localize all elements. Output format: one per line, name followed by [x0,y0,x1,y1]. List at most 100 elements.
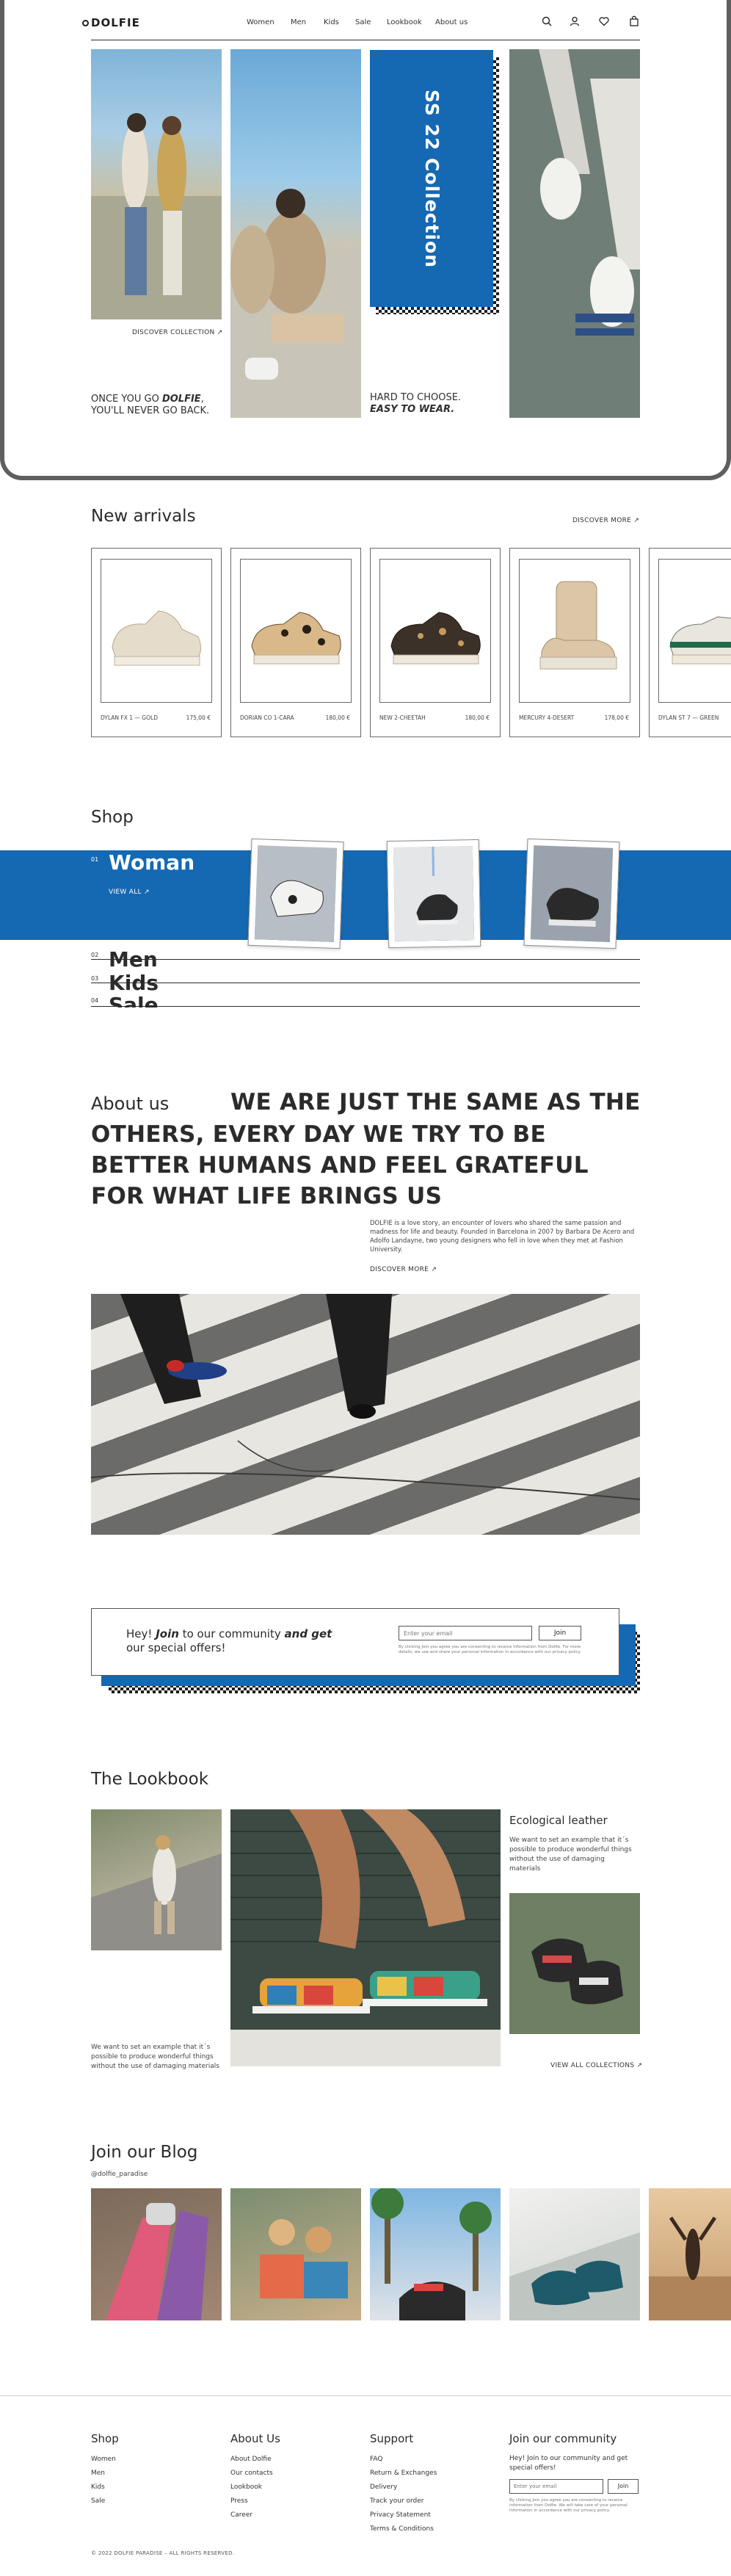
shop-row-number: 01 [91,856,99,863]
hero-photo-girls-street [91,49,222,319]
nav-kids[interactable]: Kids [324,18,339,26]
arrow-up-right-icon: ↗ [144,889,150,896]
footer-link[interactable]: Press [230,2494,280,2508]
about-heading: About us WE ARE JUST THE SAME AS THE OTHE… [91,1087,649,1212]
shop-row-woman[interactable]: Woman [109,850,194,875]
logo[interactable]: DOLFIE [82,16,140,29]
newsletter-email-input[interactable] [399,1626,532,1640]
product-name: NEW 2-CHEETAH [379,714,426,721]
footer-link[interactable]: Kids [91,2481,119,2494]
product-card[interactable]: DYLAN FX 1 — GOLD 175,00 € [91,548,222,737]
lookbook-side-title: Ecological leather [509,1814,608,1827]
shop-card-sneaker-hand[interactable] [247,838,344,949]
nav-women[interactable]: Women [247,18,274,26]
shop-row-number: 03 [91,975,99,982]
discover-collection-link[interactable]: DISCOVER COLLECTION ↗ [132,329,223,336]
footer-link[interactable]: Sale [91,2494,119,2508]
discover-more-link[interactable]: DISCOVER MORE ↗ [572,517,639,524]
footer-title: Join our community [509,2432,617,2445]
blog-photo-3[interactable] [370,2187,501,2320]
footer-link[interactable]: FAQ [370,2453,437,2467]
product-name: DYLAN FX 1 — GOLD [101,714,158,721]
footer-email-input[interactable] [509,2479,603,2494]
about-discover-link[interactable]: DISCOVER MORE ↗ [370,1266,437,1273]
blog-photo-2[interactable] [230,2188,361,2320]
footer-col-about: About Us About Dolfie Our contacts Lookb… [230,2432,280,2522]
lookbook-photo-sandals-grass [509,1893,640,2034]
newsletter-join-button[interactable]: Join [539,1626,581,1640]
footer-link[interactable]: Career [230,2508,280,2522]
product-image [379,559,491,703]
newsletter-text: Hey! Join to our community and get our s… [126,1627,332,1654]
lookbook-photo-sandals-steps [230,1809,501,2066]
footer-link[interactable]: Men [91,2467,119,2481]
nav-sale[interactable]: Sale [355,18,371,26]
arrow-up-right-icon: ↗ [217,329,223,336]
arrow-up-right-icon: ↗ [636,2062,643,2069]
arrow-up-right-icon: ↗ [431,1266,437,1273]
product-image [240,559,352,703]
nav-about[interactable]: About us [435,18,468,26]
about-label: About us [91,1093,170,1114]
lookbook-bottom-text: We want to set an example that it´s poss… [91,2044,219,2070]
shop-card-image [393,846,475,941]
blog-photo-5[interactable] [649,2188,731,2320]
shop-row-number: 02 [91,952,99,958]
product-card[interactable]: MERCURY 4-DESERT 178,00 € [509,548,640,737]
footer-col-shop: Shop Women Men Kids Sale [91,2432,119,2508]
shop-row-men[interactable]: Men [109,947,158,972]
new-arrivals-title: New arrivals [91,507,196,526]
search-icon[interactable] [541,15,553,27]
heart-icon[interactable] [598,15,610,27]
lookbook-title: The Lookbook [91,1770,209,1789]
user-icon[interactable] [569,15,581,27]
bag-icon[interactable] [628,15,640,27]
hero-caption-left: ONCE YOU GO DOLFIE, YOU'LL NEVER GO BACK… [91,394,210,416]
shop-row-number: 04 [91,997,99,1004]
footer-link[interactable]: Terms & Conditions [370,2522,437,2536]
blog-photo-4[interactable] [509,2188,640,2320]
shop-row-mask [0,1007,731,1037]
product-image [101,559,212,703]
blog-photo-1[interactable] [91,2188,222,2320]
footer-divider [0,2395,731,2396]
shop-title: Shop [91,808,134,827]
hero-photo-girls-sitting [230,49,361,418]
footer-legal: By clicking Join you agree you are conse… [509,2498,628,2513]
footer-link[interactable]: Track your order [370,2494,437,2508]
product-name: DORIAN CO 1-CARA [240,714,294,721]
product-image [519,559,630,703]
shop-row-kids[interactable]: Kids [109,971,159,995]
footer-link[interactable]: Our contacts [230,2467,280,2481]
footer-link[interactable]: Delivery [370,2481,437,2494]
product-card[interactable]: DORIAN CO 1-CARA 180,00 € [230,548,361,737]
logo-mark-icon [82,19,89,26]
shop-card-sneaker-dark[interactable] [523,838,620,949]
hero-caption-right: HARD TO CHOOSE. EASY TO WEAR. [370,392,462,415]
footer-community-text: Hey! Join to our community and get speci… [509,2455,628,2472]
nav-lookbook[interactable]: Lookbook [387,18,422,26]
footer-link[interactable]: About Dolfie [230,2453,280,2467]
collection-card[interactable]: SS 22 Collection [370,50,493,307]
product-image [658,559,731,703]
product-card[interactable]: NEW 2-CHEETAH 180,00 € [370,548,501,737]
footer-link[interactable]: Lookbook [230,2481,280,2494]
blog-handle[interactable]: @dolfie_paradise [91,2171,148,2178]
nav-men[interactable]: Men [291,18,306,26]
footer-join-button[interactable]: Join [608,2479,639,2494]
product-price: 180,00 € [325,714,350,721]
shop-row-divider [91,1006,640,1007]
footer-link[interactable]: Women [91,2453,119,2467]
view-all-collections-link[interactable]: VIEW ALL COLLECTIONS ↗ [550,2062,642,2069]
footer-link[interactable]: Privacy Statement [370,2508,437,2522]
product-card[interactable]: DYLAN ST 7 — GREEN [649,548,731,737]
hero-photo-sneakers-legs [509,49,640,418]
footer-link[interactable]: Return & Exchanges [370,2467,437,2481]
shop-row-divider [91,959,640,960]
shop-card-image [254,845,338,942]
product-price: 180,00 € [465,714,490,721]
shop-card-sneaker-hanging[interactable] [386,839,481,949]
product-price: 175,00 € [186,714,211,721]
product-price: 178,00 € [604,714,629,721]
shop-view-all-link[interactable]: VIEW ALL ↗ [109,889,150,896]
